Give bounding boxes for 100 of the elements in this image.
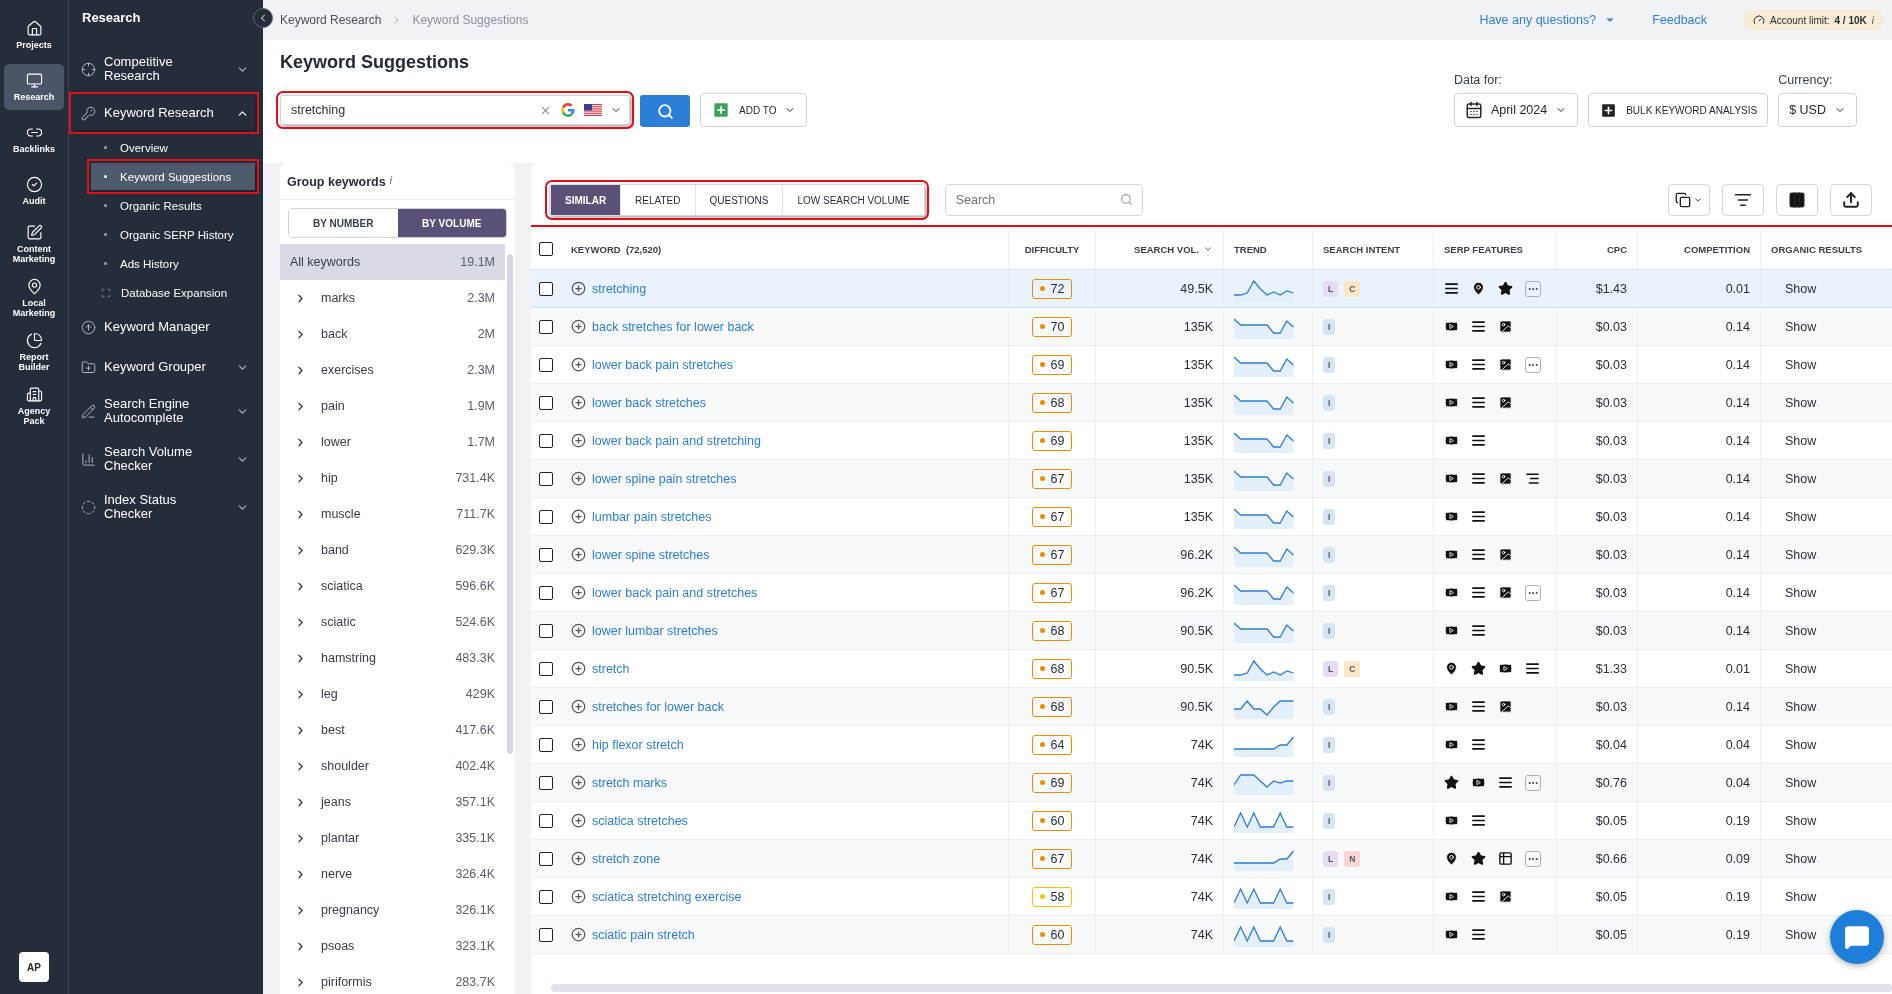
table-row[interactable]: lower back pain and stretches 67 96.2K I $0.03 0.14 Show (531, 574, 1892, 612)
columns-button[interactable] (1776, 184, 1818, 216)
checkbox[interactable] (539, 775, 553, 790)
checkbox[interactable] (539, 319, 553, 334)
add-icon[interactable] (571, 927, 586, 942)
keyword-link[interactable]: sciatic pain stretch (592, 927, 695, 942)
breadcrumb-link[interactable]: Keyword Research (280, 13, 382, 27)
add-icon[interactable] (571, 395, 586, 410)
sidebar-item[interactable]: Keyword Research (73, 96, 255, 130)
rail-item[interactable]: Local Marketing (4, 274, 64, 322)
table-row[interactable]: stretch zone 67 74K L N $0.66 0.09 Show (531, 840, 1892, 878)
column-header[interactable]: KEYWORD (72,520) (561, 229, 1008, 269)
checkbox[interactable] (539, 547, 553, 562)
show-link[interactable]: Show (1785, 623, 1817, 638)
show-link[interactable]: Show (1785, 585, 1817, 600)
add-icon[interactable] (571, 281, 586, 296)
group-item[interactable]: lower 1.7M (280, 424, 505, 460)
add-icon[interactable] (571, 585, 586, 600)
column-header[interactable]: SERP FEATURES (1433, 229, 1556, 269)
more-button[interactable] (1525, 774, 1541, 791)
help-link[interactable]: Have any questions? (1479, 13, 1617, 27)
add-icon[interactable] (571, 433, 586, 448)
sidebar-item[interactable]: Index Status Checker (73, 486, 255, 528)
sidebar-item[interactable]: Search Volume Checker (73, 438, 255, 480)
add-icon[interactable] (571, 471, 586, 486)
add-icon[interactable] (571, 661, 586, 676)
scrollbar[interactable] (507, 254, 513, 754)
keyword-link[interactable]: sciatica stretches (592, 813, 688, 828)
feedback-link[interactable]: Feedback (1652, 13, 1708, 27)
show-link[interactable]: Show (1785, 319, 1817, 334)
rail-item[interactable]: Research (4, 64, 64, 110)
checkbox[interactable] (539, 699, 553, 714)
table-row[interactable]: stretch 68 90.5K L C $1.33 0.01 Show (531, 650, 1892, 688)
sidebar-subitem[interactable]: Overview (91, 134, 255, 161)
column-header[interactable]: CPC (1556, 229, 1637, 269)
group-item[interactable]: plantar 335.1K (280, 820, 505, 856)
show-link[interactable]: Show (1785, 851, 1817, 866)
more-button[interactable] (1525, 850, 1541, 867)
checkbox[interactable] (539, 509, 553, 524)
more-button[interactable] (1525, 356, 1541, 373)
column-header[interactable]: ORGANIC RESULTS (1760, 229, 1892, 269)
rail-item[interactable]: Agency Pack (4, 382, 64, 430)
keyword-link[interactable]: lower back stretches (592, 395, 706, 410)
keyword-link[interactable]: stretch zone (592, 851, 661, 866)
show-link[interactable]: Show (1785, 395, 1817, 410)
table-row[interactable]: back stretches for lower back 70 135K I $0.03 0.14 Show (531, 308, 1892, 346)
checkbox[interactable] (539, 357, 553, 372)
table-row[interactable]: lumbar pain stretches 67 135K I $0.03 0.14 Show (531, 498, 1892, 536)
show-link[interactable]: Show (1785, 433, 1817, 448)
show-link[interactable]: Show (1785, 509, 1817, 524)
search-field[interactable]: Search (944, 184, 1143, 216)
keyword-link[interactable]: stretches for lower back (592, 699, 724, 714)
copy-button[interactable] (1668, 184, 1710, 216)
rail-item[interactable]: Report Builder (4, 328, 64, 376)
show-link[interactable]: Show (1785, 281, 1817, 296)
tab[interactable]: SIMILAR (550, 185, 621, 215)
add-icon[interactable] (571, 509, 586, 524)
show-link[interactable]: Show (1785, 889, 1817, 904)
keyword-link[interactable]: lumbar pain stretches (592, 509, 712, 524)
checkbox[interactable] (539, 281, 553, 296)
keyword-link[interactable]: stretch marks (592, 775, 667, 790)
group-item[interactable]: sciatica 596.6K (280, 568, 505, 604)
export-button[interactable] (1830, 184, 1872, 216)
bulk-analysis-button[interactable]: BULK KEYWORD ANALYSIS (1588, 93, 1769, 127)
keyword-link[interactable]: lower spine stretches (592, 547, 710, 562)
add-icon[interactable] (571, 357, 586, 372)
show-link[interactable]: Show (1785, 927, 1817, 942)
tab[interactable]: QUESTIONS (694, 185, 783, 215)
table-row[interactable]: lower spine pain stretches 67 135K I $0.03 0.14 Show (531, 460, 1892, 498)
keyword-link[interactable]: lower back pain stretches (592, 357, 734, 372)
checkbox[interactable] (539, 661, 553, 676)
group-item[interactable]: marks 2.3M (280, 280, 505, 316)
add-icon[interactable] (571, 889, 586, 904)
user-avatar[interactable]: AP (19, 952, 49, 982)
group-item[interactable]: hamstring 483.3K (280, 640, 505, 676)
tab[interactable]: LOW SEARCH VOLUME (782, 185, 924, 215)
group-item[interactable]: All keywords 19.1M (280, 244, 505, 280)
checkbox[interactable] (539, 623, 553, 638)
sidebar-item[interactable]: Competitive Research (73, 48, 255, 90)
show-link[interactable]: Show (1785, 661, 1817, 676)
column-header[interactable]: COMPETITION (1637, 229, 1760, 269)
group-item[interactable]: nerve 326.4K (280, 856, 505, 892)
filter-button[interactable] (1722, 184, 1764, 216)
group-item[interactable]: leg 429K (280, 676, 505, 712)
group-item[interactable]: psoas 323.1K (280, 928, 505, 964)
add-icon[interactable] (571, 775, 586, 790)
sidebar-item[interactable]: Search Engine Autocomplete (73, 390, 255, 432)
currency-dropdown[interactable]: $ USD (1778, 93, 1857, 127)
tab[interactable]: RELATED (620, 185, 695, 215)
group-item[interactable]: pain 1.9M (280, 388, 505, 424)
add-to-button[interactable]: ADD TO (700, 93, 808, 127)
group-item[interactable]: exercises 2.3M (280, 352, 505, 388)
checkbox[interactable] (539, 927, 553, 942)
keyword-link[interactable]: lower lumbar stretches (592, 623, 718, 638)
show-link[interactable]: Show (1785, 737, 1817, 752)
group-item[interactable]: sciatic 524.6K (280, 604, 505, 640)
rail-item[interactable]: Projects (4, 12, 64, 58)
sidebar-subitem[interactable]: Organic SERP History (91, 221, 255, 248)
checkbox[interactable] (539, 242, 553, 256)
table-row[interactable]: sciatica stretching exercise 58 74K I $0.05 0.19 Show (531, 878, 1892, 916)
